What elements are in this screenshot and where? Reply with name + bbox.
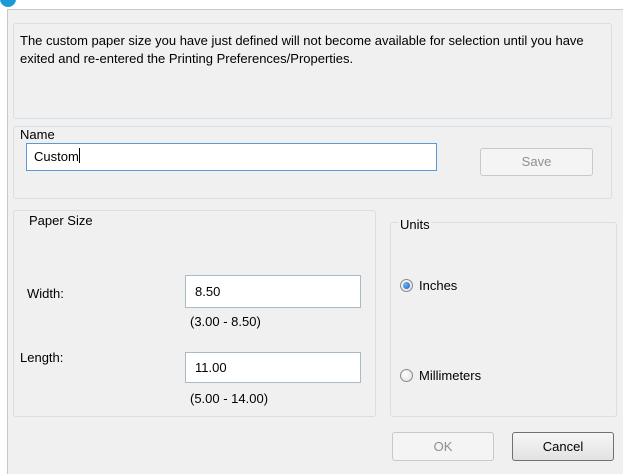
units-label: Units (398, 217, 432, 233)
inches-radio-label: Inches (419, 277, 458, 293)
width-input[interactable]: 8.50 (185, 275, 361, 308)
info-message: The custom paper size you have just defi… (20, 33, 584, 66)
millimeters-radio-label: Millimeters (419, 367, 482, 383)
inches-radio-option[interactable]: Inches (400, 276, 457, 294)
cancel-button[interactable]: Cancel (512, 432, 614, 461)
length-input[interactable]: 11.00 (185, 352, 361, 383)
length-range: (5.00 - 14.00) (190, 391, 269, 406)
inches-radio-button[interactable] (400, 278, 413, 292)
save-button[interactable]: Save (480, 148, 593, 176)
text-caret (78, 148, 80, 163)
millimeters-radio-option[interactable]: Millimeters (400, 366, 481, 384)
name-input-value: Custom (34, 149, 79, 164)
millimeters-radio-button[interactable] (400, 368, 413, 382)
name-label: Name (18, 127, 57, 143)
name-input[interactable]: Custom (26, 143, 437, 171)
title-bar (0, 0, 623, 9)
ok-button[interactable]: OK (392, 432, 494, 461)
printer-app-icon (0, 0, 16, 7)
units-group (390, 222, 617, 417)
width-range: (3.00 - 8.50) (190, 314, 261, 329)
length-label: Length: (20, 350, 64, 365)
paper-size-label: Paper Size (27, 213, 95, 229)
custom-paper-size-window: The custom paper size you have just defi… (0, 0, 623, 474)
width-label: Width: (27, 286, 64, 301)
